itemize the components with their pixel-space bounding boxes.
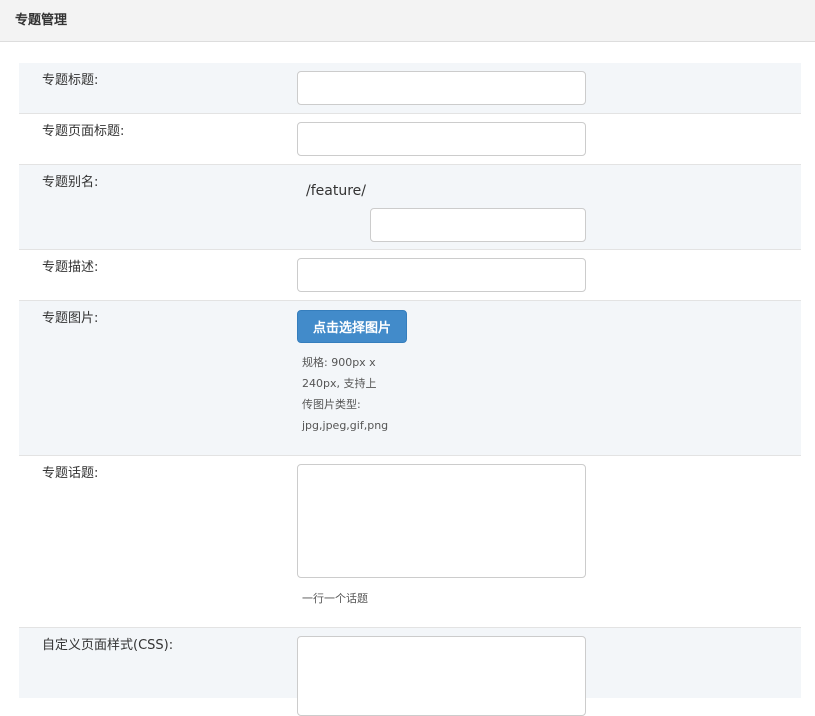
image-help-text: 规格: 900px x 240px, 支持上 传图片类型: jpg,jpeg,g… [302,352,388,436]
image-help-line: 240px, 支持上 [302,377,377,390]
form-row-image: 专题图片: 点击选择图片 规格: 900px x 240px, 支持上 传图片类… [19,301,801,456]
image-help-line: jpg,jpeg,gif,png [302,419,389,432]
css-textarea[interactable] [297,636,586,716]
page-title-input[interactable] [297,122,586,156]
image-help-line: 规格: 900px x [302,356,376,369]
page-header: 专题管理 [0,0,815,42]
description-input[interactable] [297,258,586,292]
form-row-alias: 专题别名: /feature/ [19,165,801,250]
form-row-title: 专题标题: [19,63,801,114]
form-row-css: 自定义页面样式(CSS): [19,628,801,716]
alias-label: 专题别名: [42,175,99,190]
page-title-label: 专题页面标题: [42,124,125,139]
title-label: 专题标题: [42,73,99,88]
title-input[interactable] [297,71,586,105]
form-row-description: 专题描述: [19,250,801,301]
alias-prefix: /feature/ [306,183,366,199]
page-title: 专题管理 [15,13,68,28]
form-row-topics: 专题话题: 一行一个话题 [19,456,801,628]
css-label: 自定义页面样式(CSS): [42,638,174,653]
image-label: 专题图片: [42,311,99,326]
form-row-page-title: 专题页面标题: [19,114,801,165]
topics-label: 专题话题: [42,466,99,481]
alias-input[interactable] [370,208,586,242]
topics-textarea[interactable] [297,464,586,578]
feature-form: 专题标题: 专题页面标题: 专题别名: /feature/ 专题描述: 专题图片… [19,63,801,716]
select-image-button[interactable]: 点击选择图片 [297,310,407,343]
topics-help-text: 一行一个话题 [302,592,368,605]
description-label: 专题描述: [42,260,99,275]
image-help-line: 传图片类型: [302,398,361,411]
